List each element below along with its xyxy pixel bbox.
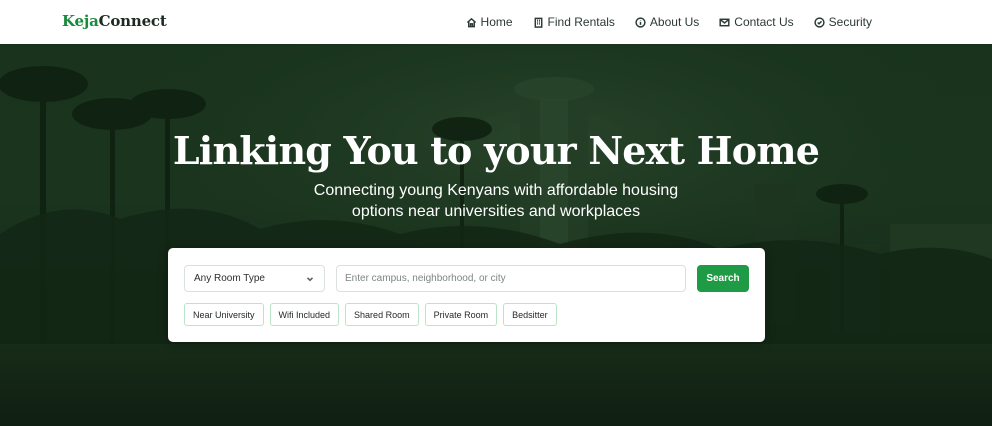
nav-security[interactable]: Security	[814, 15, 872, 29]
shield-check-icon	[814, 16, 825, 28]
nav-find-rentals[interactable]: Find Rentals	[533, 15, 615, 29]
nav-contact-us[interactable]: Contact Us	[719, 15, 794, 29]
hero-overlay	[0, 44, 992, 426]
main-nav: Home Find Rentals About Us Contact Us Se…	[466, 0, 872, 44]
filter-tags: Near University Wifi Included Shared Roo…	[184, 303, 557, 326]
search-input[interactable]	[336, 265, 686, 292]
nav-home-label: Home	[480, 15, 513, 29]
tag-wifi-included[interactable]: Wifi Included	[269, 303, 340, 326]
search-card: Any Room Type Search Near University Wif…	[168, 248, 765, 342]
nav-contact-us-label: Contact Us	[734, 15, 794, 29]
hero-title: Linking You to your Next Home	[172, 128, 820, 173]
tag-bedsitter[interactable]: Bedsitter	[503, 303, 557, 326]
home-icon	[466, 17, 476, 27]
building-icon	[534, 17, 542, 28]
logo-part-connect: Connect	[98, 12, 167, 30]
navbar: KejaConnect Home Find Rentals About Us C…	[0, 0, 992, 44]
mail-icon	[719, 18, 730, 26]
logo[interactable]: KejaConnect	[62, 12, 167, 30]
search-button[interactable]: Search	[697, 265, 749, 292]
nav-about-us-label: About Us	[649, 15, 700, 29]
hero-section: Linking You to your Next Home Connecting…	[0, 44, 992, 426]
nav-about-us[interactable]: About Us	[635, 15, 699, 29]
room-type-select[interactable]: Any Room Type	[184, 265, 325, 292]
nav-home[interactable]: Home	[466, 15, 513, 29]
nav-security-label: Security	[828, 15, 872, 29]
tag-shared-room[interactable]: Shared Room	[345, 303, 419, 326]
hero-subtitle-line2: options near universities and workplaces	[351, 203, 641, 220]
hero-subtitle-line1: Connecting young Kenyans with affordable…	[313, 182, 679, 199]
info-icon	[635, 16, 646, 28]
logo-part-keja: Keja	[62, 12, 99, 30]
nav-find-rentals-label: Find Rentals	[547, 15, 615, 29]
chevron-down-icon	[306, 276, 314, 281]
hero-subtitle: Connecting young Kenyans with affordable…	[0, 180, 992, 222]
room-type-selected: Any Room Type	[194, 273, 265, 284]
tag-near-university[interactable]: Near University	[184, 303, 264, 326]
tag-private-room[interactable]: Private Room	[424, 303, 498, 326]
